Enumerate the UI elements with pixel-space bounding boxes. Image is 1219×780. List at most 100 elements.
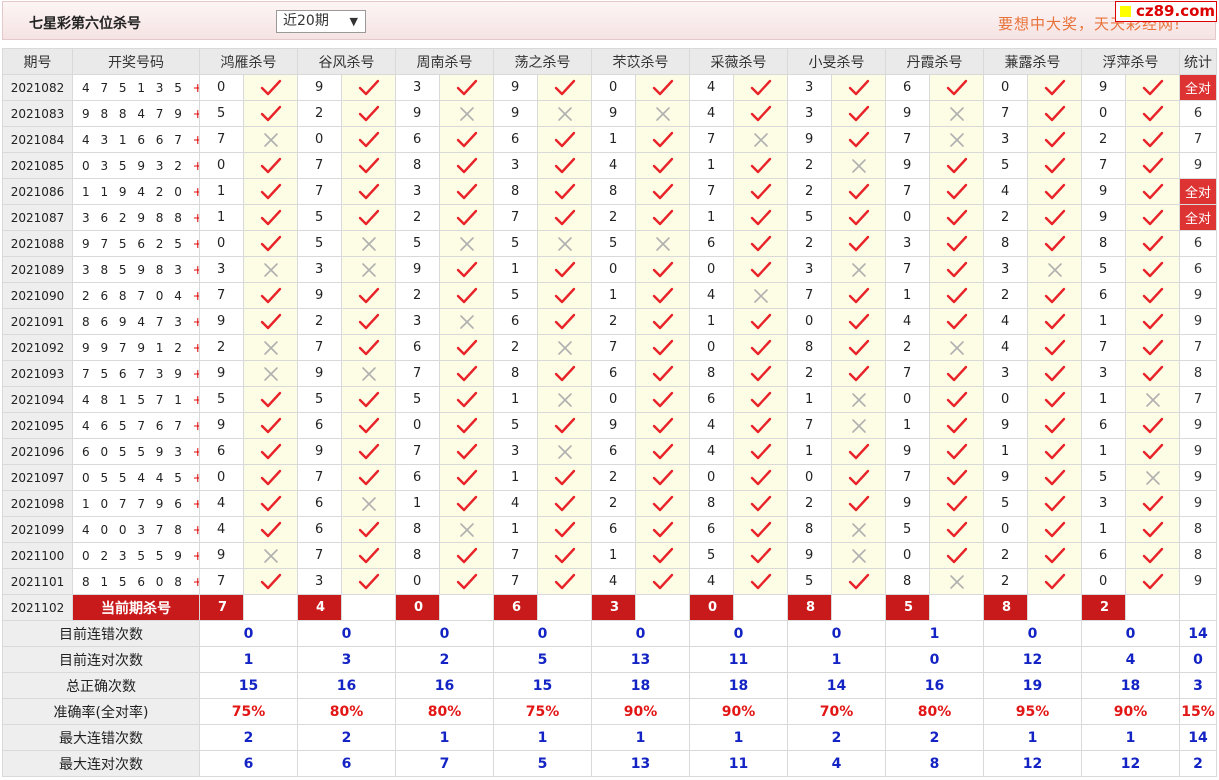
- draw-sum: +7: [193, 523, 199, 537]
- check-icon: [635, 386, 690, 413]
- table-row: 20210902 6 8 7 0 4 +679251471269: [2, 282, 1217, 309]
- col-header-expert[interactable]: 鸿雁杀号: [199, 48, 298, 75]
- check-icon: [733, 464, 788, 491]
- col-header-expert[interactable]: 周南杀号: [395, 48, 494, 75]
- kill-number: 4: [591, 568, 636, 595]
- cross-icon: [439, 230, 494, 257]
- check-icon: [439, 490, 494, 517]
- draw-sum: +5: [193, 237, 199, 251]
- kill-number: 1: [591, 282, 636, 309]
- period-cell: 2021101: [2, 568, 73, 595]
- summary-row: 准确率(全对率) 75% 80% 80% 75% 90% 90% 70% 80% 95% 90% 15…: [2, 698, 1217, 725]
- kill-number: 2: [787, 178, 832, 205]
- check-icon: [929, 152, 984, 179]
- stat-cell: 7: [1179, 126, 1217, 153]
- kill-number: 0: [395, 568, 440, 595]
- kill-number: 2: [297, 100, 342, 127]
- col-header-expert[interactable]: 蒹露杀号: [983, 48, 1082, 75]
- period-cell: 2021088: [2, 230, 73, 257]
- kill-number: 2: [1081, 126, 1126, 153]
- summary-value: 80%: [885, 698, 984, 725]
- kill-number: 7: [493, 204, 538, 231]
- check-icon: [243, 74, 298, 101]
- col-header-expert[interactable]: 小旻杀号: [787, 48, 886, 75]
- kill-number: 8: [493, 360, 538, 387]
- summary-value: 15: [199, 672, 298, 699]
- stat-cell: 6: [1179, 100, 1217, 127]
- summary-value: 1: [885, 620, 984, 647]
- summary-value: 14: [787, 672, 886, 699]
- kill-number: 1: [395, 490, 440, 517]
- table-row: 20210839 8 8 4 7 9 +1352999439706: [2, 100, 1217, 127]
- col-header-expert[interactable]: 谷风杀号: [297, 48, 396, 75]
- draw-numbers: 1 0 7 7 9 6 +5: [72, 490, 200, 517]
- draw-sum: +5: [193, 81, 199, 95]
- header-row: 期号 开奖号码 鸿雁杀号 谷风杀号 周南杀号 荡之杀号 芣苡杀号 采薇杀号 小旻杀号 丹霞杀号 蒹露…: [2, 48, 1217, 75]
- kill-number: 8: [689, 490, 734, 517]
- kill-number: 2: [983, 542, 1028, 569]
- check-icon: [831, 464, 886, 491]
- col-header-expert[interactable]: 荡之杀号: [493, 48, 592, 75]
- kill-number: 0: [395, 412, 440, 439]
- kill-number: 6: [1081, 542, 1126, 569]
- draw-numbers: 4 8 1 5 7 1 +1: [72, 386, 200, 413]
- kill-number: 9: [297, 282, 342, 309]
- site-logo[interactable]: cz89.com: [1115, 1, 1217, 22]
- kill-number: 2: [395, 282, 440, 309]
- summary-value: 2: [395, 646, 494, 673]
- kill-number: 7: [787, 282, 832, 309]
- table-row: 20210994 0 0 3 7 8 +746816685018: [2, 516, 1217, 543]
- draw-digits: 3 6 2 9 8 8: [82, 210, 186, 225]
- period-cell: 2021087: [2, 204, 73, 231]
- kill-number: 6: [199, 438, 244, 465]
- check-icon: [1027, 152, 1082, 179]
- kill-number: 8: [395, 516, 440, 543]
- table-row: 20210861 1 9 4 2 0 +01738872749全对: [2, 178, 1217, 205]
- check-icon: [243, 308, 298, 335]
- check-icon: [1027, 412, 1082, 439]
- check-icon: [635, 516, 690, 543]
- kill-number: 9: [395, 100, 440, 127]
- draw-numbers: 8 6 9 4 7 3 +5: [72, 308, 200, 335]
- summary-value: 70%: [787, 698, 886, 725]
- kill-number: 8: [493, 178, 538, 205]
- draw-digits: 9 8 8 4 7 9: [82, 106, 186, 121]
- cross-icon: [929, 568, 984, 595]
- check-icon: [1027, 204, 1082, 231]
- stat-cell: 全对: [1179, 178, 1217, 205]
- check-icon: [537, 74, 592, 101]
- draw-sum: +7: [193, 159, 199, 173]
- kill-number: 2: [983, 282, 1028, 309]
- kill-number: 1: [591, 542, 636, 569]
- summary-row: 目前连错次数 0 0 0 0 0 0 0 1 0 0 14: [2, 620, 1217, 647]
- draw-digits: 4 8 1 5 7 1: [82, 392, 186, 407]
- draw-sum: +3: [193, 211, 199, 225]
- kill-number: 5: [297, 230, 342, 257]
- kill-number: 9: [395, 256, 440, 283]
- col-header-expert[interactable]: 芣苡杀号: [591, 48, 690, 75]
- check-icon: [831, 100, 886, 127]
- check-icon: [537, 490, 592, 517]
- check-icon: [341, 542, 396, 569]
- current-kill-blank: [831, 594, 886, 621]
- kill-number: 7: [885, 360, 930, 387]
- kill-number: 7: [199, 568, 244, 595]
- check-icon: [1027, 386, 1082, 413]
- draw-digits: 0 3 5 9 3 2: [82, 158, 186, 173]
- col-header-expert[interactable]: 采薇杀号: [689, 48, 788, 75]
- col-header-expert[interactable]: 浮萍杀号: [1081, 48, 1180, 75]
- summary-value: 6: [297, 750, 396, 777]
- kill-number: 1: [1081, 308, 1126, 335]
- cross-icon: [537, 438, 592, 465]
- cross-icon: [635, 230, 690, 257]
- check-icon: [341, 386, 396, 413]
- summary-label: 目前连错次数: [2, 620, 200, 647]
- summary-value: 12: [983, 646, 1082, 673]
- kill-number: 0: [297, 126, 342, 153]
- kill-number: 7: [395, 438, 440, 465]
- summary-label: 目前连对次数: [2, 646, 200, 673]
- col-header-expert[interactable]: 丹霞杀号: [885, 48, 984, 75]
- period-select[interactable]: 近20期 ▼: [276, 10, 366, 33]
- check-icon: [243, 282, 298, 309]
- period-cell: 2021096: [2, 438, 73, 465]
